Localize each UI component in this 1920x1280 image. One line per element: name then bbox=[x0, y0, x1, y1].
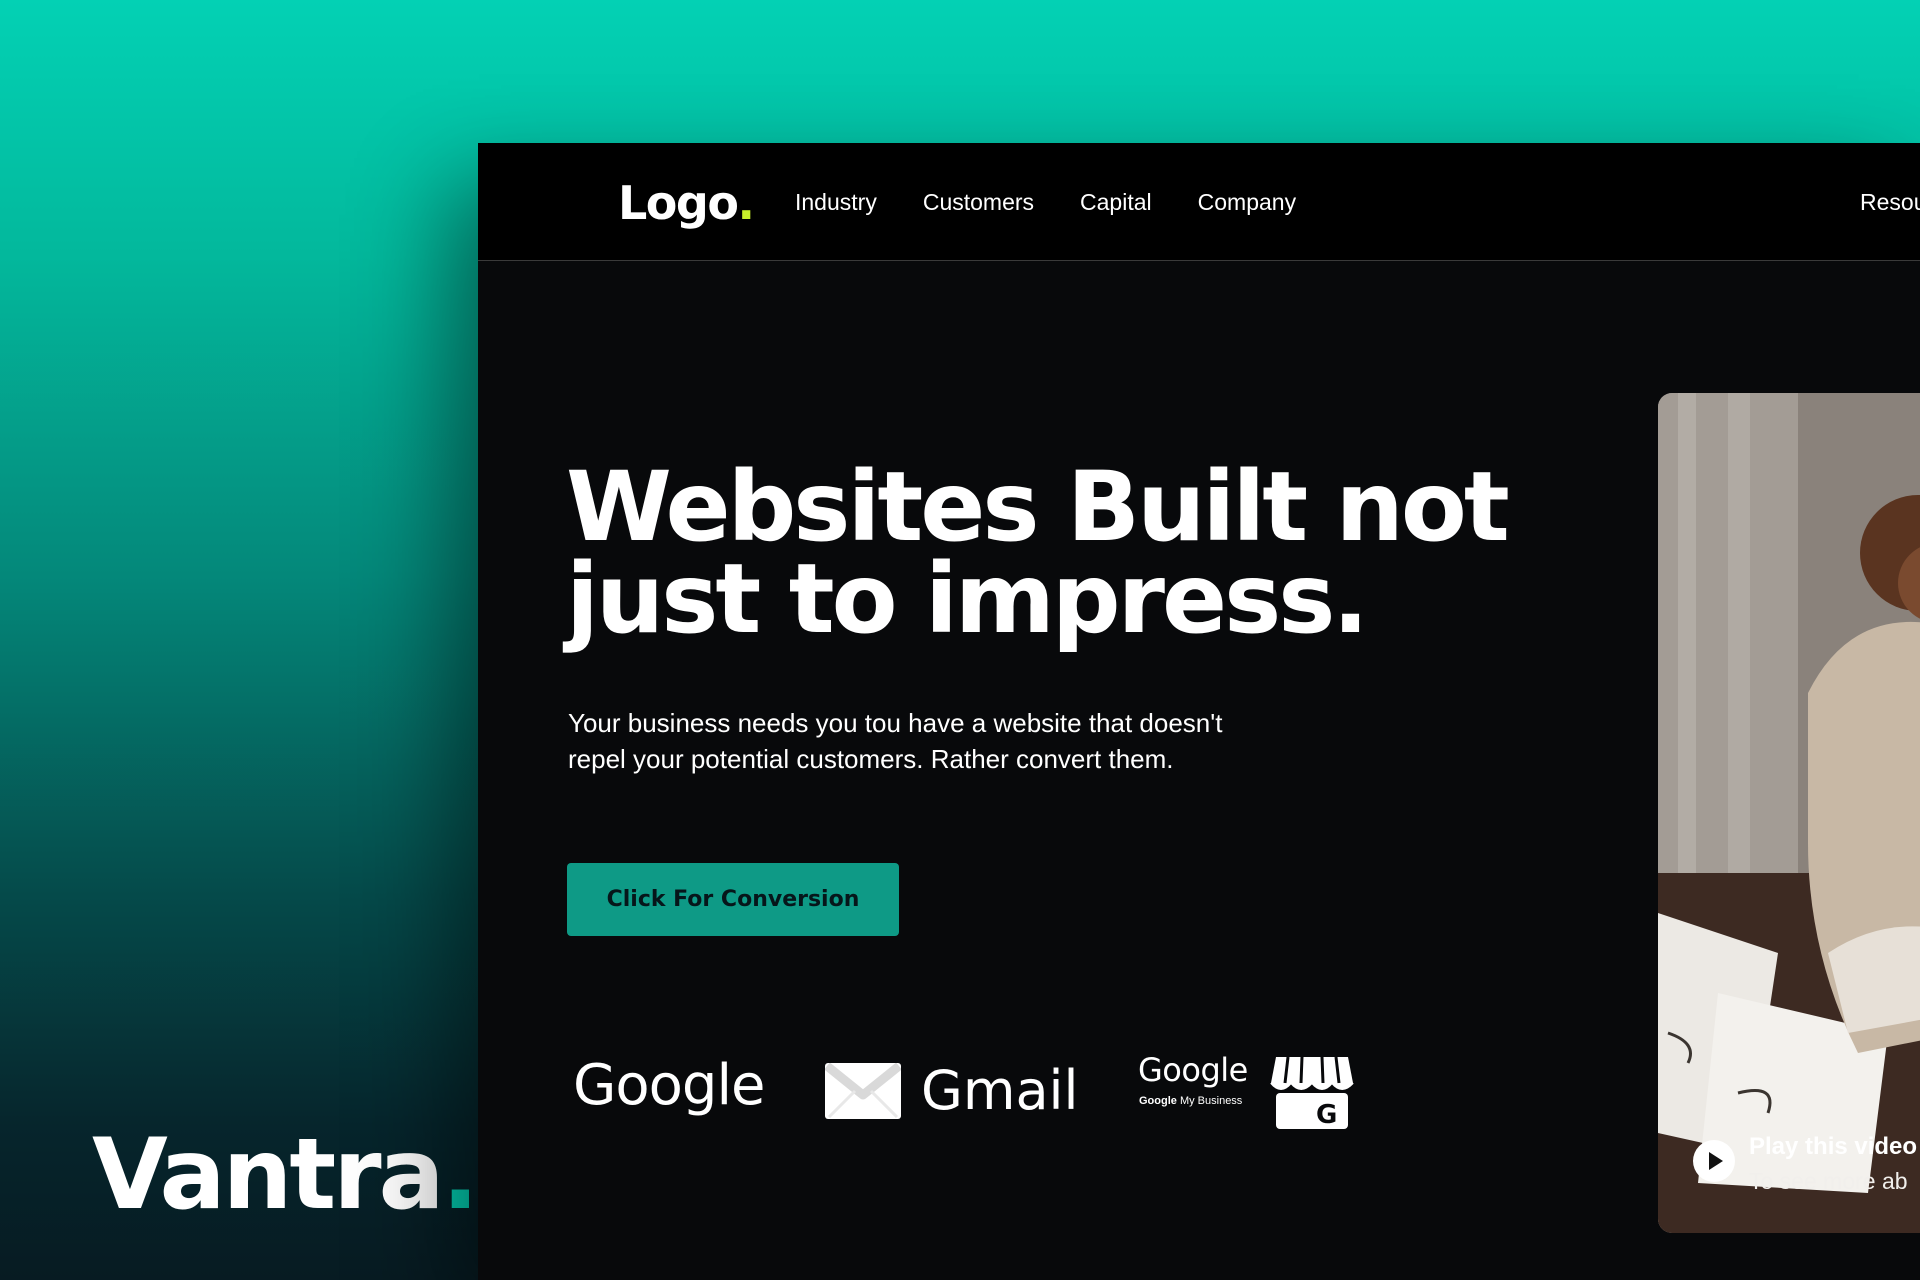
brand-dot: . bbox=[441, 1118, 479, 1232]
website-mockup-window: Logo. Industry Customers Capital Company… bbox=[478, 143, 1920, 1280]
gmb-sub-bold: Google bbox=[1139, 1095, 1177, 1107]
video-card[interactable]: Play this video To see more ab bbox=[1658, 393, 1920, 1233]
nav-item-capital[interactable]: Capital bbox=[1080, 187, 1152, 217]
cta-button[interactable]: Click For Conversion bbox=[567, 863, 899, 936]
subtext-line-1: Your business needs you tou have a websi… bbox=[568, 708, 1223, 738]
nav-menu: Industry Customers Capital Company bbox=[795, 187, 1296, 217]
video-title: Play this video bbox=[1749, 1133, 1918, 1160]
gmb-sub-rest: My Business bbox=[1179, 1095, 1243, 1107]
play-icon[interactable] bbox=[1693, 1140, 1735, 1182]
gmail-logo-text: Gmail bbox=[921, 1059, 1079, 1122]
gmail-envelope-icon bbox=[824, 1062, 902, 1124]
brand-wordmark: Vantra. bbox=[92, 1118, 479, 1232]
nav-item-company[interactable]: Company bbox=[1198, 187, 1296, 217]
google-my-business-store-icon: G bbox=[1270, 1055, 1354, 1136]
logo-dot: . bbox=[737, 176, 754, 230]
video-thumbnail-illustration bbox=[1658, 393, 1920, 1233]
brand-name: Vantra bbox=[92, 1118, 445, 1232]
svg-text:G: G bbox=[1316, 1100, 1337, 1130]
hero-headline: Websites Built not just to impress. bbox=[566, 459, 1566, 647]
top-navigation: Logo. Industry Customers Capital Company… bbox=[478, 143, 1920, 261]
google-logo: Google bbox=[573, 1053, 765, 1118]
google-my-business-subtitle: Google My Business bbox=[1139, 1095, 1242, 1107]
nav-item-customers[interactable]: Customers bbox=[923, 187, 1034, 217]
video-subtitle: To see more ab bbox=[1749, 1168, 1908, 1194]
logo-text: Logo bbox=[618, 176, 739, 230]
nav-item-industry[interactable]: Industry bbox=[795, 187, 877, 217]
subtext-line-2: repel your potential customers. Rather c… bbox=[568, 744, 1174, 774]
google-my-business-title: Google bbox=[1138, 1051, 1248, 1089]
hero-subtext: Your business needs you tou have a websi… bbox=[568, 705, 1268, 777]
nav-item-resources[interactable]: Resou bbox=[1860, 187, 1920, 217]
headline-line-2: just to impress. bbox=[566, 543, 1369, 655]
site-logo[interactable]: Logo. bbox=[618, 173, 755, 233]
